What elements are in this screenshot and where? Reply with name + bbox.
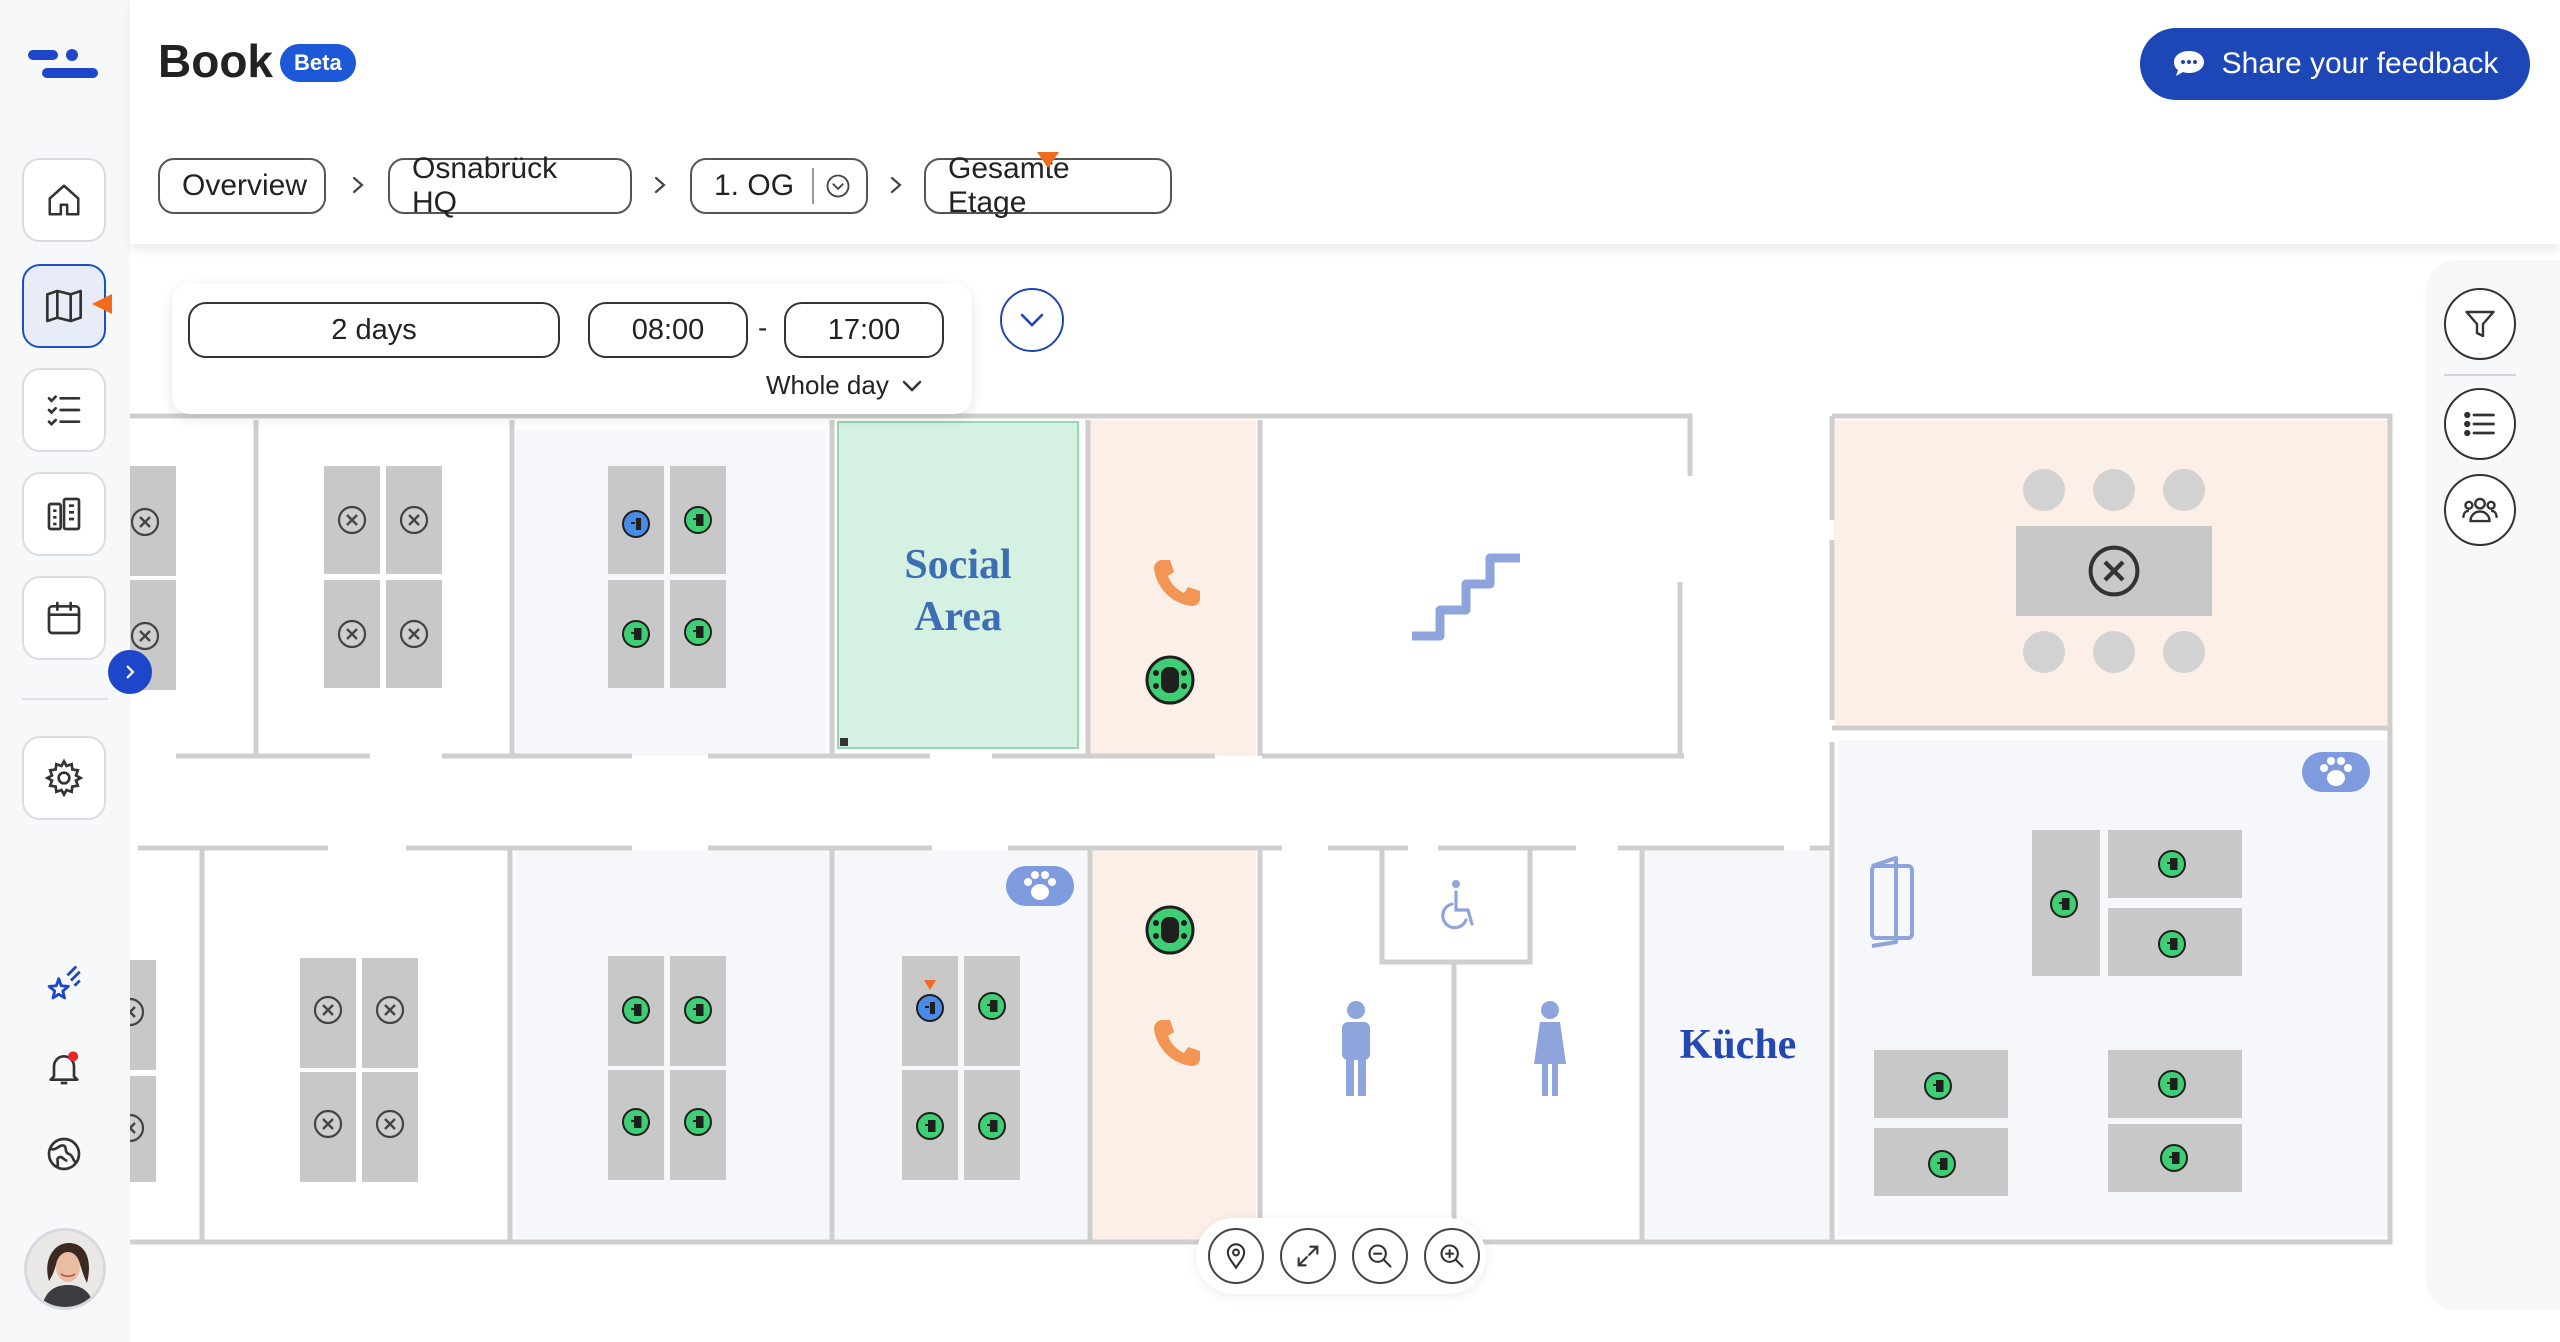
zoom-out-button[interactable] [1352, 1228, 1408, 1284]
onboarding-pointer-icon [1037, 152, 1059, 168]
social-area-label-line1: Social [904, 542, 1011, 588]
zoom-out-icon [1368, 1244, 1392, 1268]
breadcrumb-chevron-icon [352, 176, 364, 194]
start-time-field[interactable]: 08:00 [588, 302, 748, 358]
toolbar-divider [2444, 374, 2516, 376]
start-time-value: 08:00 [631, 313, 705, 346]
map-controls [1196, 1218, 1486, 1294]
locate-button[interactable] [1208, 1228, 1264, 1284]
checklist-icon [47, 395, 81, 427]
page-title: Book [158, 35, 273, 87]
breadcrumb-label: Osnabrück HQ [412, 152, 558, 219]
nav-calendar[interactable] [22, 576, 106, 660]
zoom-in-icon [1440, 1244, 1464, 1268]
share-feedback-label: Share your feedback [2221, 47, 2499, 80]
app-logo[interactable] [28, 46, 98, 87]
sidebar-divider [22, 698, 108, 700]
sidebar [0, 0, 152, 1342]
map-icon [46, 289, 82, 323]
chevron-down-icon [1020, 313, 1044, 327]
nav-tasks[interactable] [22, 368, 106, 452]
whole-day-label: Whole day [766, 370, 889, 400]
filter-icon [2465, 310, 2495, 338]
select-divider [812, 168, 815, 204]
colleagues-button[interactable] [2444, 474, 2516, 546]
beta-badge: Beta [280, 44, 356, 82]
breadcrumb-overview[interactable]: Overview [158, 158, 326, 214]
people-icon [2462, 497, 2498, 523]
home-icon [48, 184, 80, 216]
nav-buildings[interactable] [22, 472, 106, 556]
header: Book Beta Share your feedback Overview O… [130, 0, 2560, 244]
expand-sidebar-button[interactable] [108, 650, 152, 694]
breadcrumb-chevron-icon [654, 176, 666, 194]
onboarding-pointer-icon [92, 294, 112, 314]
language-button[interactable] [40, 1130, 88, 1178]
nav-settings[interactable] [22, 736, 106, 820]
list-view-button[interactable] [2444, 388, 2516, 460]
chevron-down-icon [902, 380, 922, 392]
collapse-panel-button[interactable] [1000, 288, 1064, 352]
nav-home[interactable] [22, 158, 106, 242]
time-separator: - [758, 312, 768, 343]
chevron-right-icon [126, 665, 135, 679]
breadcrumb-chevron-icon [890, 176, 902, 194]
chevron-down-circle-icon [826, 174, 850, 198]
expand-arrows-icon [1297, 1245, 1319, 1267]
end-time-field[interactable]: 17:00 [784, 302, 944, 358]
building-icon [47, 497, 81, 531]
notifications-button[interactable] [40, 1044, 88, 1092]
chat-bubble-icon [2173, 51, 2204, 76]
settings-icon [44, 758, 84, 798]
breadcrumb-floor-select[interactable]: 1. OG [690, 158, 868, 214]
share-feedback-button[interactable]: Share your feedback [2140, 28, 2530, 100]
sparkle-icon [47, 965, 81, 1000]
globe-icon [47, 1137, 81, 1171]
whats-new-button[interactable] [40, 960, 88, 1008]
list-icon [2464, 411, 2495, 437]
zoom-in-button[interactable] [1424, 1228, 1480, 1284]
whole-day-dropdown[interactable]: Whole day [766, 370, 923, 401]
date-time-panel: 2 days 08:00 - 17:00 Whole day [172, 284, 972, 414]
breadcrumb-building[interactable]: Osnabrück HQ [388, 152, 632, 219]
kitchen-label: Küche [1680, 1022, 1797, 1068]
avatar[interactable] [24, 1228, 106, 1310]
duration-value: 2 days [331, 313, 417, 346]
breadcrumb-label: Overview [182, 169, 308, 202]
duration-field[interactable]: 2 days [188, 302, 560, 358]
breadcrumb-label: 1. OG [714, 169, 795, 202]
location-pin-icon [1226, 1243, 1246, 1270]
fit-view-button[interactable] [1280, 1228, 1336, 1284]
bell-icon [49, 1051, 79, 1085]
end-time-value: 17:00 [827, 313, 901, 346]
social-area-label-line2: Area [914, 594, 1002, 640]
calendar-icon [47, 601, 81, 635]
filter-button[interactable] [2444, 288, 2516, 360]
